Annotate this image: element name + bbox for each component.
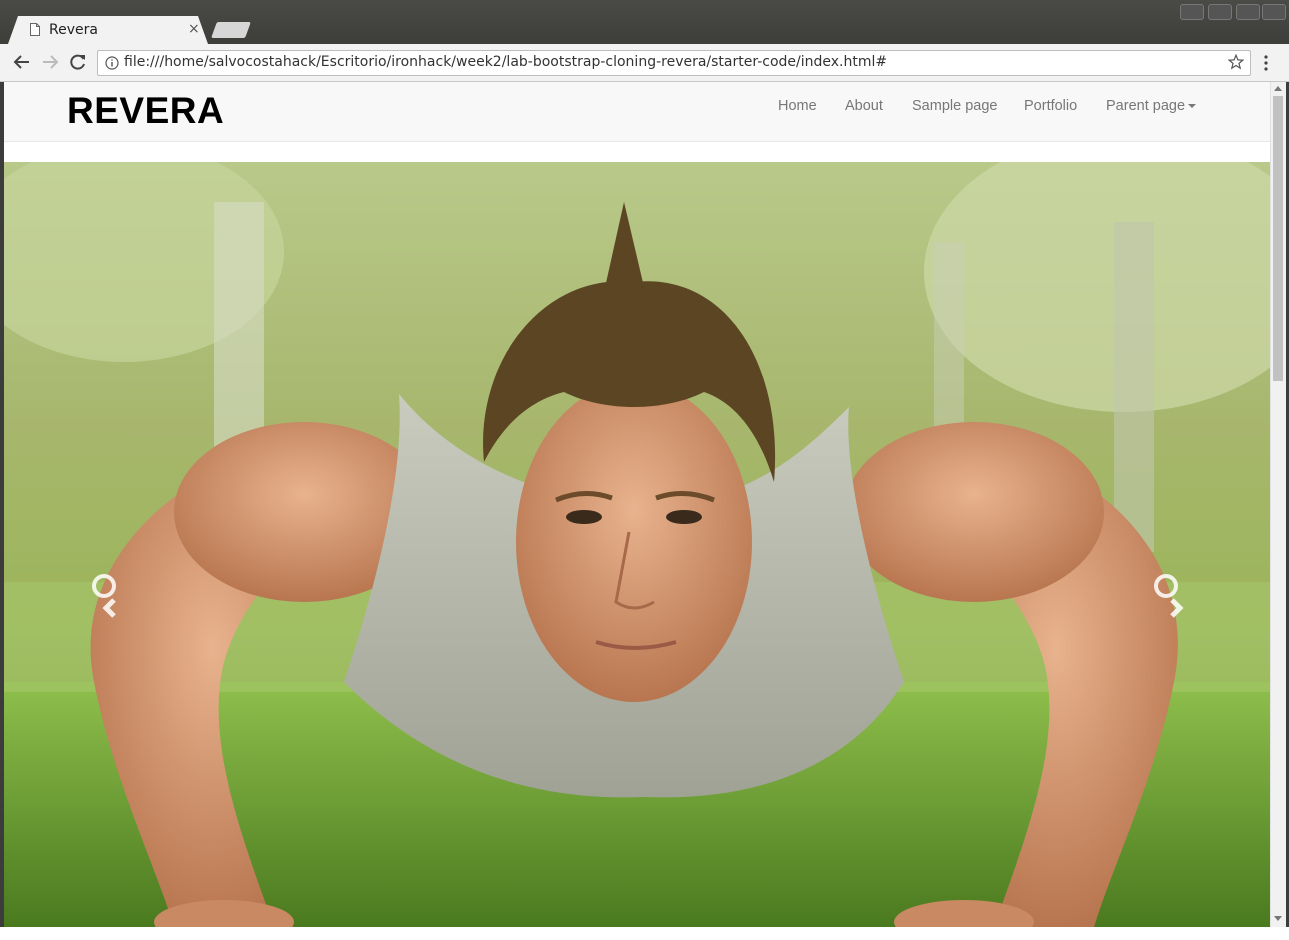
browser-tab[interactable]: Revera × [8, 16, 208, 44]
minimize-icon[interactable] [1180, 4, 1204, 20]
restore-icon[interactable] [1208, 4, 1232, 20]
nav-home[interactable]: Home [778, 98, 817, 114]
site-navbar: REVERA Home About Sample page Portfolio … [4, 82, 1270, 142]
hero-image [4, 162, 1270, 927]
page-viewport: REVERA Home About Sample page Portfolio … [4, 82, 1270, 927]
close-icon[interactable]: × [188, 21, 200, 37]
chevron-right-icon[interactable] [1150, 572, 1190, 622]
tab-title: Revera [49, 22, 98, 38]
caret-down-icon [1188, 104, 1197, 109]
browser-toolbar: file:///home/salvocostahack/Escritorio/i… [0, 44, 1289, 82]
vertical-scrollbar[interactable] [1270, 82, 1286, 927]
info-icon[interactable] [105, 56, 119, 70]
menu-dots-icon[interactable] [1258, 53, 1274, 73]
nav-portfolio[interactable]: Portfolio [1024, 98, 1077, 114]
scroll-down-icon[interactable] [1274, 916, 1282, 921]
scroll-up-icon[interactable] [1274, 86, 1282, 91]
page-icon [30, 23, 40, 36]
address-bar[interactable]: file:///home/salvocostahack/Escritorio/i… [97, 50, 1251, 76]
new-tab-button[interactable] [211, 22, 251, 38]
chevron-left-icon[interactable] [88, 572, 128, 622]
forward-arrow-icon[interactable] [40, 52, 60, 72]
maximize-icon[interactable] [1236, 4, 1260, 20]
window-bottom-edge [0, 927, 1289, 940]
nav-sample-page[interactable]: Sample page [912, 98, 997, 114]
nav-about[interactable]: About [845, 98, 883, 114]
hero-carousel [4, 162, 1270, 927]
star-icon[interactable] [1228, 54, 1244, 70]
nav-parent-page[interactable]: Parent page [1106, 98, 1197, 114]
back-arrow-icon[interactable] [12, 52, 32, 72]
scroll-thumb[interactable] [1273, 96, 1283, 381]
site-brand[interactable]: REVERA [67, 90, 224, 132]
reload-icon[interactable] [68, 52, 88, 72]
close-window-icon[interactable] [1262, 4, 1286, 20]
url-text[interactable]: file:///home/salvocostahack/Escritorio/i… [124, 54, 887, 70]
nav-parent-page-label: Parent page [1106, 98, 1186, 114]
browser-titlebar: Revera × [0, 0, 1289, 44]
